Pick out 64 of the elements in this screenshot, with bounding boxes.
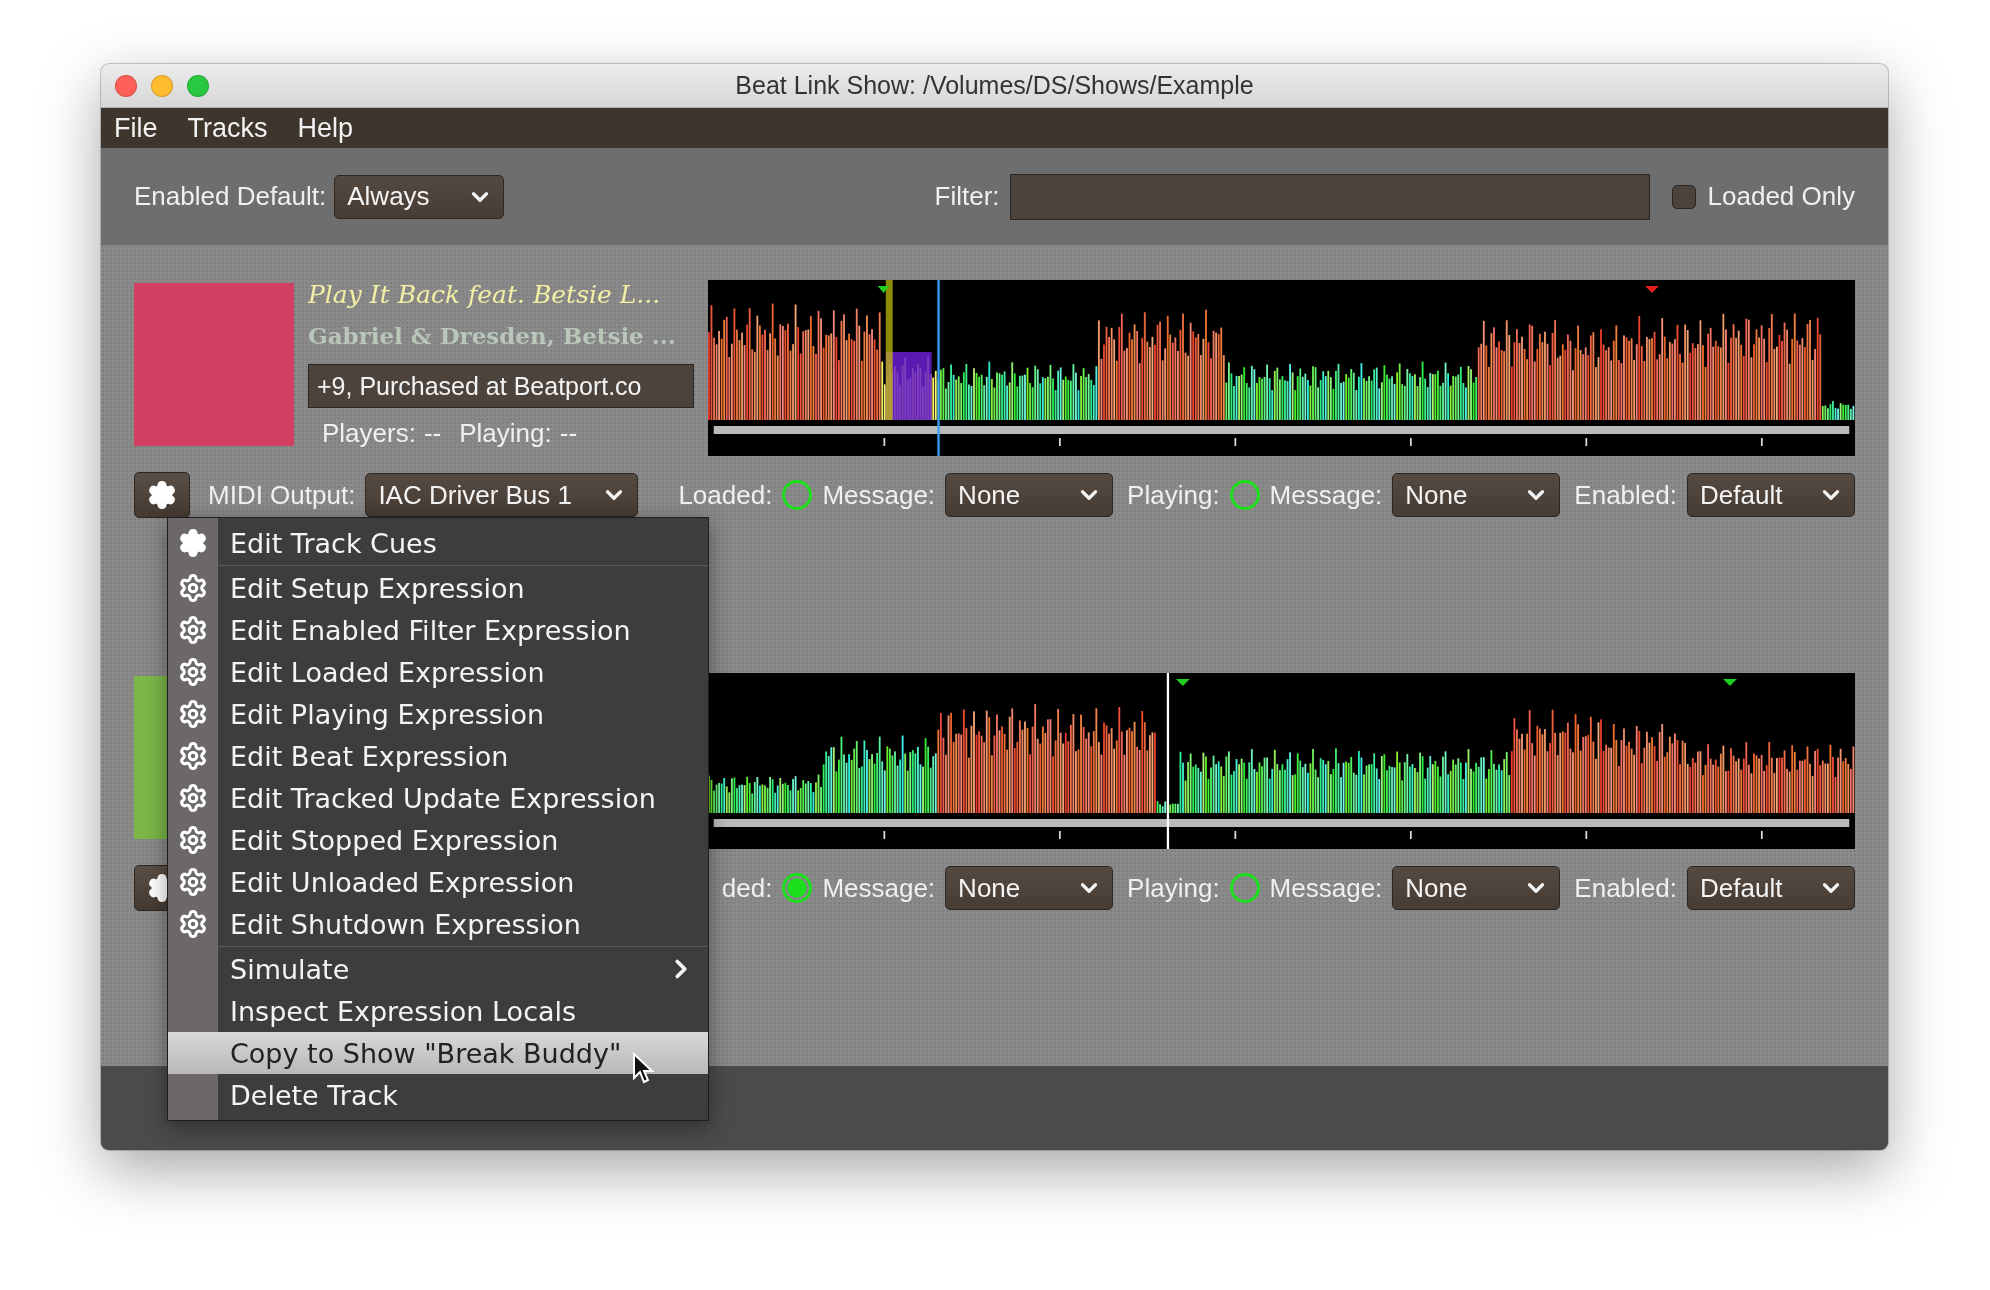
menu-item[interactable]: Inspect Expression Locals <box>168 990 708 1033</box>
mouse-pointer-icon <box>632 1052 654 1085</box>
menu-item[interactable]: Edit Tracked Update Expression <box>168 777 708 820</box>
gear-icon <box>147 480 177 511</box>
enabled-dropdown[interactable]: Default <box>1687 866 1855 911</box>
track-artist: Gabriel & Dresden, Betsie ... <box>308 322 677 352</box>
midi-output-dropdown[interactable]: IAC Driver Bus 1 <box>365 473 639 518</box>
menu-item[interactable]: Edit Stopped Expression <box>168 819 708 862</box>
playing-value: -- <box>559 418 578 450</box>
gear-icon <box>178 825 208 856</box>
enabled-label: Enabled: <box>1574 872 1677 904</box>
menu-title[interactable]: File <box>114 112 158 144</box>
gear-icon <box>178 615 208 646</box>
window-title: Beat Link Show: /Volumes/DS/Shows/Example <box>734 71 1255 101</box>
gear-icon <box>178 573 208 604</box>
players-value: -- <box>423 418 442 450</box>
track-comment: +9, Purchased at Beatport.co <box>308 364 694 409</box>
enabled-default-label: Enabled Default: <box>134 181 327 213</box>
gear-icon <box>178 699 208 730</box>
menu-title[interactable]: Tracks <box>187 112 268 144</box>
message-label: Message: <box>822 479 936 511</box>
filter-label: Filter: <box>934 181 1000 213</box>
loaded-label: ded: <box>721 872 773 904</box>
filter-field[interactable] <box>1009 173 1650 220</box>
players-label: Players: <box>322 418 416 450</box>
loaded-label: Loaded: <box>678 479 773 511</box>
gear-button[interactable] <box>134 472 190 519</box>
gear-icon <box>178 657 208 688</box>
menu-item[interactable]: Edit Setup Expression <box>168 567 708 610</box>
gear-icon <box>178 741 208 772</box>
playing-label: Playing: <box>459 418 552 450</box>
message-label: Message: <box>822 872 936 904</box>
menu-item[interactable]: Edit Playing Expression <box>168 693 708 736</box>
close-window-button[interactable] <box>115 74 137 97</box>
gear-icon <box>178 783 208 814</box>
midi-output-label: MIDI Output: <box>208 479 356 511</box>
menu-item[interactable]: Edit Loaded Expression <box>168 651 708 694</box>
enabled-dropdown[interactable]: Default <box>1687 473 1855 518</box>
menu-item[interactable]: Simulate <box>168 948 708 991</box>
loaded-only-label: Loaded Only <box>1707 181 1855 213</box>
playing-message-dropdown[interactable]: None <box>1392 473 1561 518</box>
gear-icon <box>178 528 208 559</box>
enabled-label: Enabled: <box>1574 479 1677 511</box>
playing-label: Playing: <box>1127 479 1220 511</box>
minimize-window-button[interactable] <box>151 74 173 97</box>
menu-item[interactable]: Edit Track Cues <box>168 522 708 565</box>
menu-item[interactable]: Delete Track <box>168 1074 708 1117</box>
loaded-message-dropdown[interactable]: None <box>945 866 1114 911</box>
loaded-message-dropdown[interactable]: None <box>945 473 1114 518</box>
loaded-only-checkbox[interactable] <box>1671 184 1696 209</box>
zoom-window-button[interactable] <box>187 74 209 97</box>
playing-label: Playing: <box>1127 872 1220 904</box>
menu-item[interactable]: Edit Unloaded Expression <box>168 861 708 904</box>
message-label: Message: <box>1269 479 1383 511</box>
gear-icon <box>178 867 208 898</box>
message-label: Message: <box>1269 872 1383 904</box>
playing-message-dropdown[interactable]: None <box>1392 866 1561 911</box>
menu-item[interactable]: Edit Beat Expression <box>168 735 708 778</box>
gear-icon <box>178 909 208 940</box>
track-title: Play It Back feat. Betsie L... <box>308 280 662 312</box>
menu-item[interactable]: Edit Enabled Filter Expression <box>168 609 708 652</box>
enabled-default-dropdown[interactable]: Always <box>334 174 505 219</box>
menu-title[interactable]: Help <box>297 112 354 144</box>
menu-item[interactable]: Edit Shutdown Expression <box>168 903 708 946</box>
